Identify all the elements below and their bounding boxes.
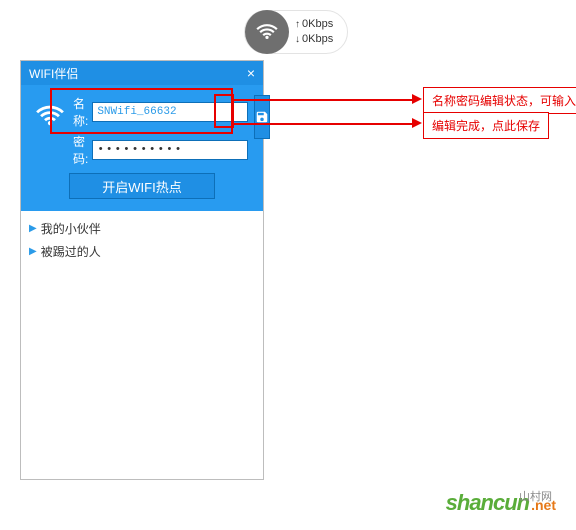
save-icon	[255, 110, 269, 124]
watermark: 山村网 shancun.net	[446, 490, 556, 516]
wifi-name-input[interactable]	[92, 102, 248, 122]
save-button[interactable]	[254, 95, 270, 139]
callout-edit-state: 名称密码编辑状态，可输入	[423, 87, 576, 114]
wifi-icon	[33, 99, 67, 136]
wifi-icon	[245, 10, 289, 54]
download-speed: ↓0Kbps	[295, 32, 333, 47]
annotation-arrowhead	[412, 118, 422, 128]
annotation-arrow	[233, 99, 413, 101]
name-label: 名称:	[73, 95, 88, 129]
close-icon[interactable]: ×	[247, 66, 255, 80]
chevron-right-icon: ▶	[29, 223, 37, 234]
window-title: WIFI伴侣	[29, 65, 78, 82]
callout-save-hint: 编辑完成，点此保存	[423, 112, 549, 139]
password-label: 密码:	[73, 133, 88, 167]
config-header: 名称: 密码: 开启WIFI热点	[21, 85, 263, 211]
annotation-arrowhead	[412, 94, 422, 104]
wifi-password-input[interactable]	[92, 140, 248, 160]
chevron-right-icon: ▶	[29, 246, 37, 257]
titlebar: WIFI伴侣 ×	[21, 61, 263, 85]
wifi-companion-window: WIFI伴侣 × 名称: 密码: 开启WIFI热点	[20, 60, 264, 480]
client-list: ▶ 我的小伙伴 ▶ 被踢过的人	[21, 211, 263, 269]
network-speed-badge: ↑0Kbps ↓0Kbps	[244, 10, 348, 54]
list-item-kicked[interactable]: ▶ 被踢过的人	[29, 240, 255, 263]
annotation-arrow	[234, 123, 413, 125]
start-hotspot-button[interactable]: 开启WIFI热点	[69, 173, 215, 199]
upload-speed: ↑0Kbps	[295, 17, 333, 32]
list-item-friends[interactable]: ▶ 我的小伙伴	[29, 217, 255, 240]
